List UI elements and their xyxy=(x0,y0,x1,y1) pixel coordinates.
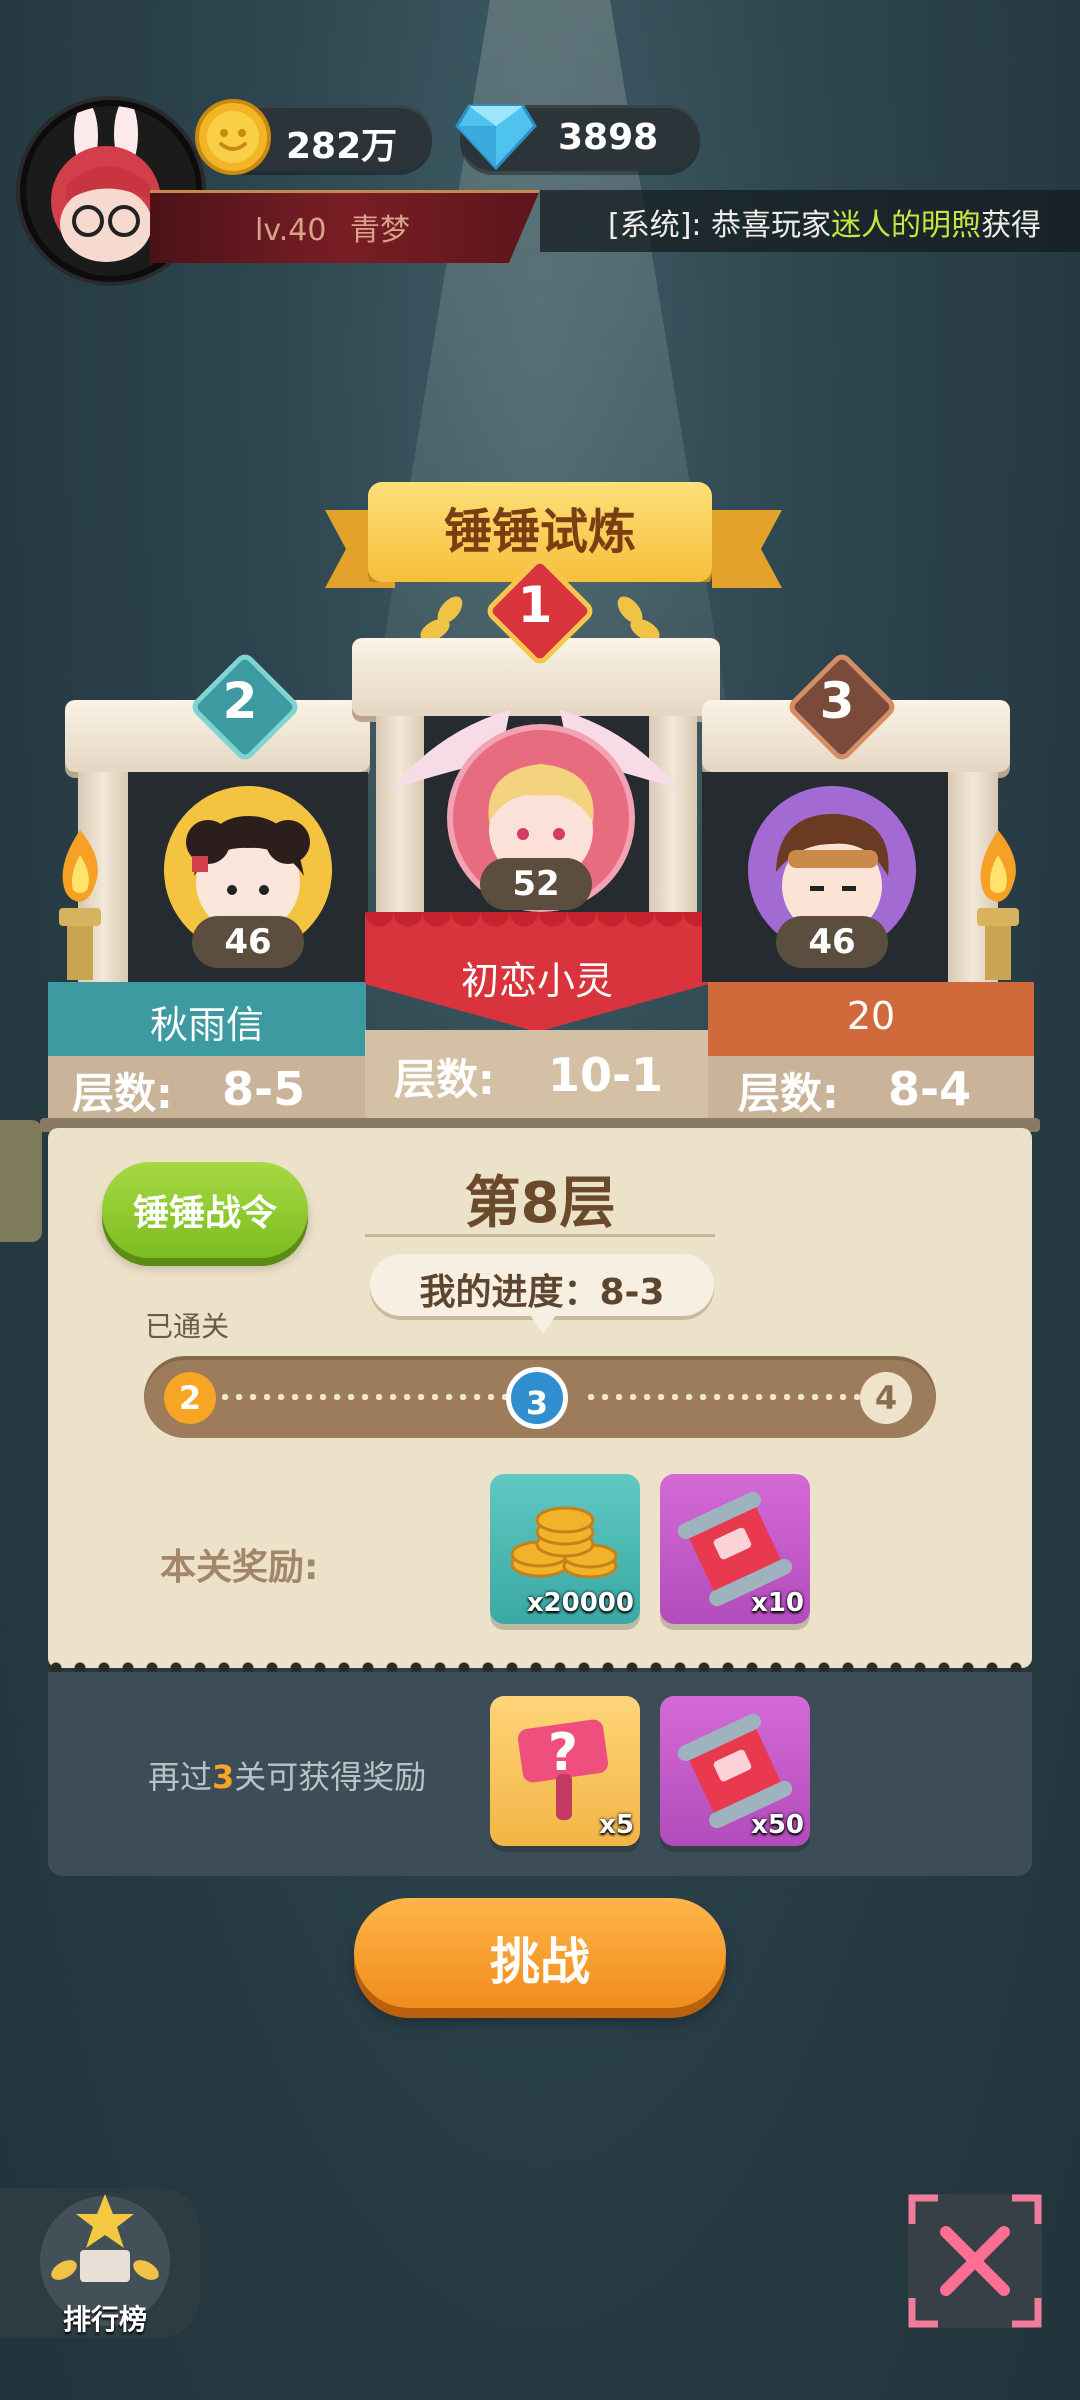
my-progress-text: 我的进度：8-3 xyxy=(419,1272,665,1313)
milestone-item-hammer[interactable]: ? x5 xyxy=(490,1696,640,1846)
milestone-text: 再过3关可获得奖励 xyxy=(148,1752,426,1798)
milestone-item-ticket[interactable]: x50 xyxy=(660,1696,810,1846)
hero-name-1: 初恋小灵 xyxy=(460,959,613,1003)
torch-right-icon xyxy=(977,830,1019,980)
battle-pass-label: 锤锤战令 xyxy=(132,1193,277,1234)
diamond-icon xyxy=(455,104,537,171)
challenge-label: 挑战 xyxy=(490,1933,590,1991)
track-node-current[interactable]: 3 xyxy=(506,1367,568,1429)
milestone-prefix: 再过 xyxy=(148,1758,213,1796)
gem-amount: 3898 xyxy=(558,117,659,158)
coin-amount: 282万 xyxy=(286,126,398,167)
ticker-prefix: [系统]: 恭喜玩家 xyxy=(608,208,832,243)
svg-text:?: ? xyxy=(548,1723,578,1783)
milestone-qty-hammer: x5 xyxy=(599,1810,634,1840)
milestone-suffix: 关可获得奖励 xyxy=(234,1758,427,1796)
floor-label-3: 层数: xyxy=(738,1069,839,1118)
track-dots-right xyxy=(588,1394,860,1400)
milestone-qty-ticket: x50 xyxy=(751,1810,804,1840)
ticker-message: [系统]: 恭喜玩家迷人的明煦获得 xyxy=(608,200,1041,244)
player-name: 青梦 xyxy=(350,213,411,248)
rank-number-2: 2 xyxy=(222,672,258,730)
player-level-name: lv.40 青梦 xyxy=(255,205,410,249)
track-node-next: 4 xyxy=(860,1372,912,1424)
ticker-player: 迷人的明煦 xyxy=(831,208,982,243)
reward-item-coins[interactable]: x20000 xyxy=(490,1474,640,1624)
trophy-icon xyxy=(51,2194,159,2282)
hero-level-2: 46 xyxy=(192,916,304,968)
rank-number-3: 3 xyxy=(819,672,855,730)
hero-name-2: 秋雨信 xyxy=(149,1003,264,1047)
hero-level-1: 52 xyxy=(480,858,592,910)
floor-divider xyxy=(365,1234,715,1237)
floor-label-1: 层数: xyxy=(394,1055,495,1104)
hero-level-3: 46 xyxy=(776,916,888,968)
close-button[interactable] xyxy=(908,2194,1042,2328)
reward-item-ticket[interactable]: x10 xyxy=(660,1474,810,1624)
floor-value-1: 10-1 xyxy=(548,1048,664,1102)
coin-icon xyxy=(195,99,271,175)
reward-label: 本关奖励: xyxy=(160,1547,319,1588)
trial-title: 锤锤试炼 xyxy=(443,504,636,560)
floor-value-2: 8-5 xyxy=(222,1062,306,1116)
hero-name-3: 20 xyxy=(846,994,896,1038)
track-dots-left xyxy=(222,1394,508,1400)
leaderboard-label: 排行榜 xyxy=(62,2303,147,2336)
reward-qty-ticket: x10 xyxy=(751,1588,804,1618)
close-icon xyxy=(908,2194,1042,2328)
player-level: lv.40 xyxy=(255,213,327,248)
floor-label-2: 层数: xyxy=(72,1069,173,1118)
ticker-suffix: 获得 xyxy=(981,208,1042,243)
torch-left-icon xyxy=(59,830,101,980)
passed-label: 已通关 xyxy=(145,1310,230,1343)
floor-value-3: 8-4 xyxy=(888,1062,972,1116)
reward-qty-coins: x20000 xyxy=(526,1588,634,1618)
curtain-scallop xyxy=(365,912,709,938)
ribbon-tail-right xyxy=(712,510,782,588)
milestone-count: 3 xyxy=(212,1758,235,1796)
track-node-passed: 2 xyxy=(164,1372,216,1424)
side-tab[interactable] xyxy=(0,1120,42,1242)
floor-title: 第8层 xyxy=(464,1171,616,1236)
rank-number-1: 1 xyxy=(517,576,553,634)
